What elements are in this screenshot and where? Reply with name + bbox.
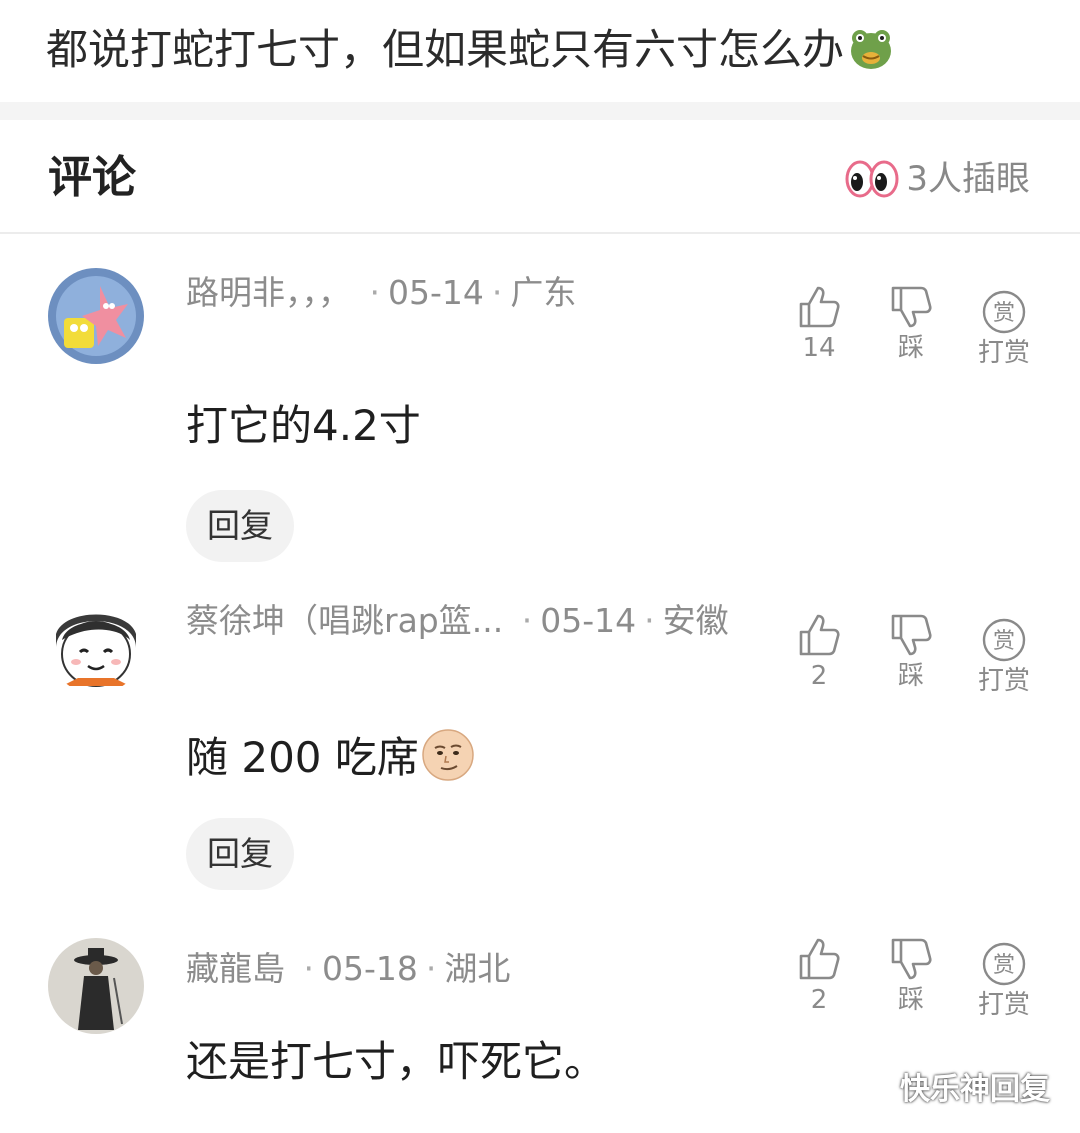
like-button[interactable]: 14 bbox=[784, 284, 854, 364]
tip-label: 打赏 bbox=[977, 666, 1030, 696]
thumbs-up-icon bbox=[799, 614, 840, 656]
comment-text: 打它的4.2寸 bbox=[186, 401, 421, 450]
tip-label: 打赏 bbox=[977, 990, 1030, 1020]
tip-label: 打赏 bbox=[977, 338, 1030, 368]
thumbs-down-icon bbox=[891, 286, 932, 328]
meta-separator: · bbox=[491, 273, 503, 312]
comment-region: 湖北 bbox=[444, 949, 511, 988]
reply-button[interactable]: 回复 bbox=[186, 818, 294, 890]
dislike-label: 踩 bbox=[897, 333, 924, 363]
tip-button[interactable]: 赏 打赏 bbox=[969, 617, 1039, 697]
reply-button[interactable]: 回复 bbox=[186, 490, 294, 562]
watermark-text: 快乐神回复 bbox=[900, 1072, 1050, 1107]
section-divider bbox=[0, 102, 1080, 120]
dislike-button[interactable]: 踩 bbox=[876, 936, 946, 1016]
avatar[interactable] bbox=[48, 268, 144, 364]
tip-icon-glyph: 赏 bbox=[993, 629, 1015, 654]
meta-separator: · bbox=[369, 273, 381, 312]
post-text: 都说打蛇打七寸，但如果蛇只有六寸怎么办 bbox=[46, 22, 1046, 78]
watermark: 快乐神回复 bbox=[850, 1064, 1050, 1108]
dislike-button[interactable]: 踩 bbox=[876, 612, 946, 692]
comment-region: 广东 bbox=[510, 273, 577, 312]
tip-icon: 赏 bbox=[982, 290, 1026, 334]
meta-separator: · bbox=[425, 949, 437, 988]
tip-icon-glyph: 赏 bbox=[993, 953, 1015, 978]
comments-title: 评论 bbox=[48, 152, 136, 203]
thumbs-up-icon bbox=[799, 938, 840, 980]
like-button[interactable]: 2 bbox=[784, 936, 854, 1016]
wechat-icon bbox=[850, 1069, 893, 1102]
comment-username[interactable]: 藏龍島 bbox=[186, 949, 285, 988]
comment-meta: 蔡徐坤（唱跳rap篮... · 05-14 · 安徽 bbox=[186, 598, 729, 644]
avatar[interactable] bbox=[48, 938, 144, 1034]
comment-text: 还是打七寸，吓死它。 bbox=[186, 1037, 607, 1086]
dislike-label: 踩 bbox=[897, 661, 924, 691]
thumbs-up-icon bbox=[799, 286, 840, 328]
like-count: 2 bbox=[810, 985, 828, 1015]
avatar[interactable] bbox=[48, 598, 144, 694]
tip-icon: 赏 bbox=[982, 618, 1026, 662]
meta-separator: · bbox=[644, 601, 655, 640]
peek-button[interactable]: 3人插眼 bbox=[844, 156, 1030, 202]
comment-text-content: 随 200 吃席 bbox=[186, 733, 419, 782]
post-content: 都说打蛇打七寸，但如果蛇只有六寸怎么办 bbox=[46, 25, 845, 74]
comment-meta: 路明非，，， · 05-14 · 广东 bbox=[186, 270, 576, 316]
smirk-face-sticker bbox=[421, 728, 475, 782]
dislike-label: 踩 bbox=[897, 985, 924, 1015]
like-count: 2 bbox=[810, 661, 828, 691]
thumbs-down-icon bbox=[891, 938, 932, 980]
comment-meta: 藏龍島 · 05-18 · 湖北 bbox=[186, 946, 510, 992]
comment-date: 05-14 bbox=[388, 273, 484, 312]
tip-icon: 赏 bbox=[982, 942, 1026, 986]
like-count: 14 bbox=[802, 333, 836, 363]
comment-username[interactable]: 路明非，，， bbox=[186, 273, 351, 312]
comment-region: 安徽 bbox=[662, 601, 729, 640]
tip-button[interactable]: 赏 打赏 bbox=[969, 941, 1039, 1021]
tip-icon-glyph: 赏 bbox=[993, 301, 1015, 326]
like-button[interactable]: 2 bbox=[784, 612, 854, 692]
comments-header: 评论 3人插眼 bbox=[0, 120, 1080, 234]
comment-date: 05-14 bbox=[540, 601, 637, 640]
tip-button[interactable]: 赏 打赏 bbox=[969, 289, 1039, 369]
eyes-icon bbox=[845, 160, 899, 198]
dislike-button[interactable]: 踩 bbox=[876, 284, 946, 364]
frog-face-icon bbox=[848, 25, 894, 71]
peek-count-text: 3人插眼 bbox=[906, 159, 1030, 199]
comment-text: 随 200 吃席 bbox=[186, 728, 475, 786]
meta-separator: · bbox=[521, 601, 533, 640]
meta-separator: · bbox=[303, 949, 315, 988]
thumbs-down-icon bbox=[891, 614, 932, 656]
comment-username[interactable]: 蔡徐坤（唱跳rap篮... bbox=[186, 601, 503, 640]
comment-date: 05-18 bbox=[322, 949, 418, 988]
